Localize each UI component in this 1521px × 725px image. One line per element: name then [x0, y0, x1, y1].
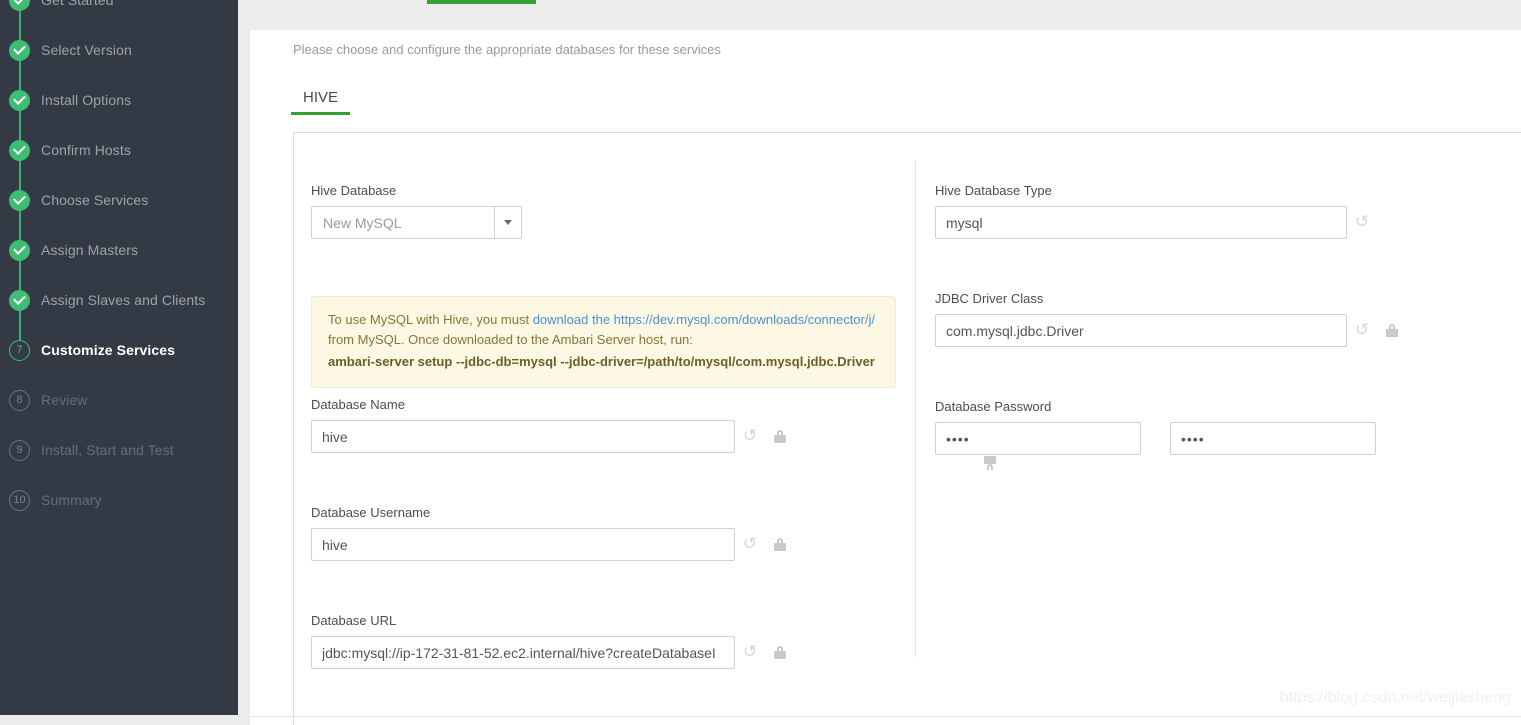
sidebar-step-label: Get Started — [41, 0, 114, 8]
alert-body: To use MySQL with Hive, you must downloa… — [311, 296, 896, 388]
sidebar-step-label: Customize Services — [41, 342, 175, 358]
database-url-label: Database URL — [311, 613, 795, 628]
jdbc-driver-class-group: JDBC Driver Class ↺ — [935, 291, 1407, 347]
hive-database-type-group: Hive Database Type ↺ — [935, 183, 1377, 239]
hive-database-label: Hive Database — [311, 183, 522, 198]
sidebar-step-confirm-hosts[interactable]: Confirm Hosts — [0, 125, 238, 175]
sidebar-step-label: Assign Slaves and Clients — [41, 292, 205, 308]
tab-hive-label: HIVE — [303, 89, 338, 106]
step-number-badge: 7 — [9, 340, 30, 361]
step-complete-check-icon — [9, 190, 30, 211]
database-password-confirm-input[interactable] — [1170, 422, 1376, 455]
database-name-lock-indicator[interactable] — [765, 420, 795, 453]
hive-database-dropdown-toggle[interactable] — [494, 206, 522, 239]
step-complete-check-icon — [9, 40, 30, 61]
database-username-lock-indicator[interactable] — [765, 528, 795, 561]
lock-icon — [774, 430, 786, 443]
sidebar-step-label: Install, Start and Test — [41, 442, 174, 458]
tab-hive[interactable]: HIVE — [291, 85, 350, 115]
sidebar-step-install-options[interactable]: Install Options — [0, 75, 238, 125]
jdbc-driver-class-revert-button[interactable]: ↺ — [1347, 314, 1377, 347]
database-url-revert-button[interactable]: ↺ — [735, 636, 765, 669]
content-card: Please choose and configure the appropri… — [250, 30, 1521, 725]
step-number-badge: 10 — [9, 490, 30, 511]
tab-hive-active-underline — [291, 112, 350, 115]
hive-database-group: Hive Database New MySQL — [311, 183, 522, 239]
card-bottom-divider — [250, 716, 1521, 717]
sidebar-step-choose-services[interactable]: Choose Services — [0, 175, 238, 225]
database-username-input[interactable] — [311, 528, 735, 561]
database-name-revert-button[interactable]: ↺ — [735, 420, 765, 453]
mysql-connector-link[interactable]: download the https://dev.mysql.com/downl… — [533, 312, 875, 327]
main-content: Please choose and configure the appropri… — [238, 0, 1521, 715]
hive-database-dropdown[interactable]: New MySQL — [311, 206, 522, 239]
chevron-down-icon — [504, 220, 512, 225]
step-complete-check-icon — [9, 90, 30, 111]
hive-database-type-revert-button[interactable]: ↺ — [1347, 206, 1377, 239]
config-panel: Hive Database New MySQL To use MySQL wit… — [293, 132, 1521, 725]
refresh-revert-icon: ↺ — [1355, 322, 1369, 339]
sidebar-step-label: Summary — [41, 492, 102, 508]
alert-text-after-link: from MySQL. Once downloaded to the Ambar… — [328, 332, 693, 347]
step-complete-check-icon — [9, 0, 30, 11]
top-strip — [238, 0, 1521, 30]
database-password-group: Database Password — [935, 399, 1376, 464]
ambari-customize-services-page: Get Started Select Version Install Options… — [0, 0, 1521, 715]
hive-database-type-label: Hive Database Type — [935, 183, 1377, 198]
sidebar-step-label: Install Options — [41, 92, 131, 108]
top-tab-underline — [427, 0, 536, 4]
sidebar-step-select-version[interactable]: Select Version — [0, 25, 238, 75]
wizard-step-list: Get Started Select Version Install Options… — [0, 0, 238, 525]
sidebar-step-review: 8 Review — [0, 375, 238, 425]
sidebar-step-assign-masters[interactable]: Assign Masters — [0, 225, 238, 275]
step-complete-check-icon — [9, 140, 30, 161]
hive-database-type-input[interactable] — [935, 206, 1347, 239]
lock-icon — [774, 646, 786, 659]
refresh-revert-icon: ↺ — [743, 428, 757, 445]
database-url-group: Database URL ↺ — [311, 613, 795, 669]
jdbc-driver-class-lock-indicator[interactable] — [1377, 314, 1407, 347]
sidebar-step-install-start-and-test: 9 Install, Start and Test — [0, 425, 238, 475]
sidebar-step-label: Review — [41, 392, 88, 408]
database-username-label: Database Username — [311, 505, 795, 520]
sidebar-step-label: Select Version — [41, 42, 132, 58]
lock-icon — [774, 538, 786, 551]
database-password-input[interactable] — [935, 422, 1141, 455]
jdbc-driver-class-input[interactable] — [935, 314, 1347, 347]
database-password-label: Database Password — [935, 399, 1376, 414]
step-complete-check-icon — [9, 240, 30, 261]
sidebar-step-label: Assign Masters — [41, 242, 138, 258]
sidebar-step-assign-slaves-and-clients[interactable]: Assign Slaves and Clients — [0, 275, 238, 325]
step-number-badge: 8 — [9, 390, 30, 411]
database-name-input[interactable] — [311, 420, 735, 453]
alert-text-before-link: To use MySQL with Hive, you must — [328, 312, 533, 327]
refresh-revert-icon: ↺ — [743, 536, 757, 553]
lock-icon — [1386, 324, 1398, 337]
database-name-group: Database Name ↺ — [311, 397, 795, 453]
step-number-badge: 9 — [9, 440, 30, 461]
database-url-input[interactable] — [311, 636, 735, 669]
column-divider — [915, 161, 916, 657]
database-username-group: Database Username ↺ — [311, 505, 795, 561]
jdbc-driver-class-label: JDBC Driver Class — [935, 291, 1407, 306]
database-name-label: Database Name — [311, 397, 795, 412]
mysql-connector-alert: To use MySQL with Hive, you must downloa… — [311, 296, 896, 388]
sidebar-step-label: Choose Services — [41, 192, 148, 208]
step-complete-check-icon — [9, 290, 30, 311]
service-tabs: HIVE — [291, 85, 350, 115]
database-username-revert-button[interactable]: ↺ — [735, 528, 765, 561]
page-intro-text: Please choose and configure the appropri… — [293, 42, 721, 57]
sidebar-step-customize-services[interactable]: 7 Customize Services — [0, 325, 238, 375]
wizard-sidebar: Get Started Select Version Install Options… — [0, 0, 238, 715]
sidebar-step-label: Confirm Hosts — [41, 142, 131, 158]
database-url-lock-indicator[interactable] — [765, 636, 795, 669]
sidebar-step-get-started[interactable]: Get Started — [0, 0, 238, 25]
refresh-revert-icon: ↺ — [743, 644, 757, 661]
alert-command-text: ambari-server setup --jdbc-db=mysql --jd… — [328, 352, 879, 372]
refresh-revert-icon: ↺ — [1355, 214, 1369, 231]
hive-database-selected-value[interactable]: New MySQL — [311, 206, 494, 239]
sidebar-step-summary: 10 Summary — [0, 475, 238, 525]
